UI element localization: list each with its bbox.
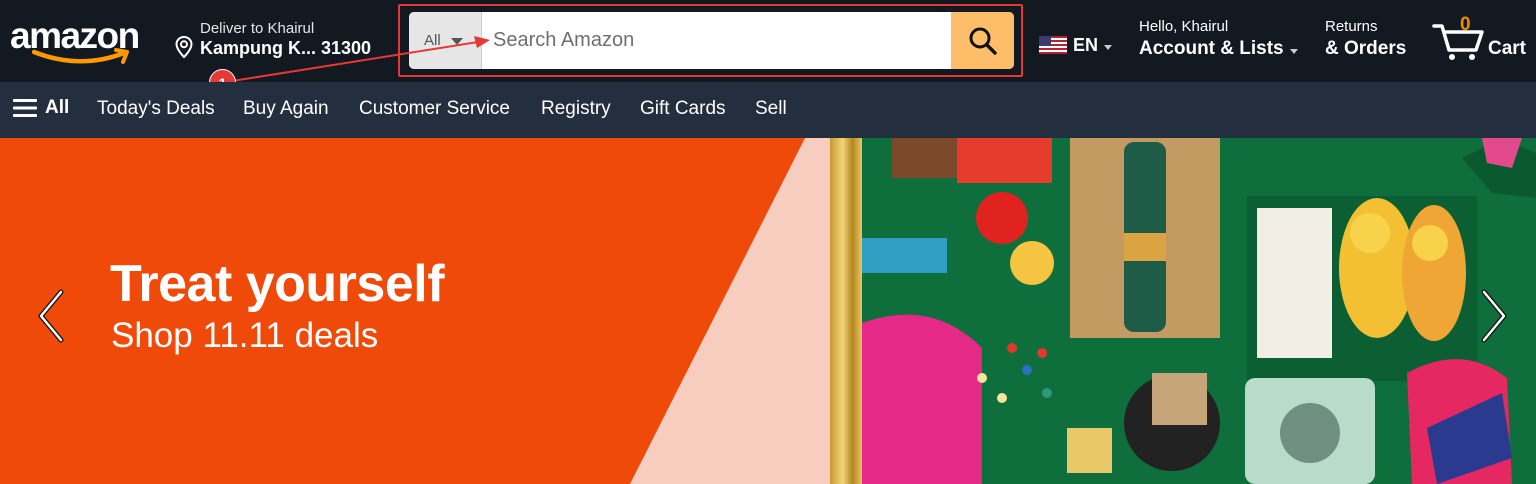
hero-product-collage [862, 138, 1536, 484]
deliver-to-label: Deliver to Khairul [200, 20, 315, 37]
search-icon [969, 27, 997, 55]
cart-count: 0 [1460, 14, 1471, 35]
account-lists-row: Account & Lists [1139, 36, 1298, 62]
caret-down-icon [1104, 44, 1113, 50]
search-button[interactable] [951, 12, 1014, 69]
language-label: EN [1073, 34, 1099, 55]
hero-title: Treat yourself [110, 255, 445, 313]
search-category-dropdown[interactable]: All [409, 12, 482, 69]
amazon-logo[interactable]: amazon [10, 14, 152, 68]
deliver-location: Kampung K... 31300 [200, 38, 372, 58]
account-greeting: Hello, Khairul [1139, 18, 1229, 35]
hero-subtitle: Shop 11.11 deals [111, 316, 379, 355]
search-input[interactable] [482, 12, 951, 69]
secondary-navigation-bar: All Today's Deals Buy Again Customer Ser… [0, 82, 1536, 138]
hero-carousel[interactable]: Treat yourself Shop 11.11 deals [0, 138, 1536, 484]
cart-icon [1432, 24, 1484, 60]
all-menu-button[interactable]: All [13, 97, 69, 119]
language-selector[interactable]: EN [1039, 34, 1113, 56]
deliver-to-location[interactable]: Deliver to Khairul Kampung K... 31300 [174, 18, 394, 64]
cart-label: Cart [1488, 38, 1527, 59]
caret-down-icon [1289, 48, 1298, 54]
nav-link-buy-again[interactable]: Buy Again [243, 98, 329, 120]
product-collage-image [862, 138, 1536, 484]
chevron-right-icon[interactable] [1472, 288, 1512, 344]
search-bar: All [409, 12, 1014, 69]
nav-link-sell[interactable]: Sell [755, 98, 787, 120]
nav-link-gift-cards[interactable]: Gift Cards [640, 98, 726, 120]
caret-down-icon [450, 37, 463, 45]
nav-link-todays-deals[interactable]: Today's Deals [97, 98, 215, 120]
logo-smile-icon [32, 48, 129, 64]
nav-link-customer-service[interactable]: Customer Service [359, 98, 510, 120]
returns-label: Returns [1325, 18, 1378, 35]
location-pin-icon [175, 35, 193, 59]
top-navigation-bar: amazon Deliver to Khairul Kampung K... 3… [0, 0, 1536, 82]
cart-button[interactable]: 0 Cart [1432, 14, 1532, 66]
search-category-label: All [424, 32, 441, 49]
hamburger-menu-icon [13, 99, 37, 117]
us-flag-icon [1039, 36, 1067, 54]
orders-label: & Orders [1325, 38, 1407, 59]
all-menu-label: All [45, 97, 70, 118]
nav-link-registry[interactable]: Registry [541, 98, 611, 120]
account-lists-label: Account & Lists [1139, 38, 1284, 59]
chevron-left-icon[interactable] [33, 288, 73, 344]
returns-and-orders[interactable]: Returns & Orders [1325, 18, 1406, 62]
account-and-lists[interactable]: Hello, Khairul Account & Lists [1139, 18, 1298, 62]
